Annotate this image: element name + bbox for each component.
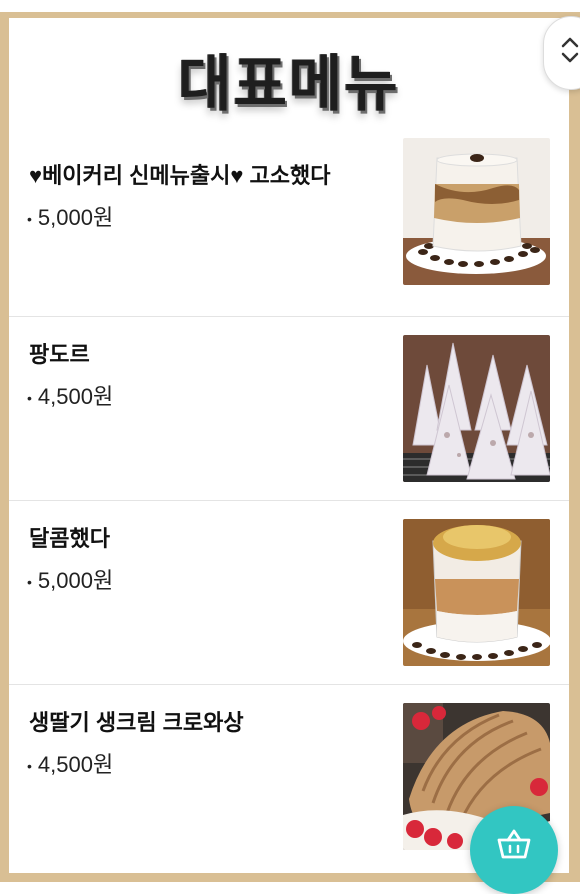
scroll-toggle-button[interactable] [543,16,580,90]
menu-item-name: ♥베이커리 신메뉴출시♥ 고소했다 [29,163,331,188]
price-value: 5,000원 [37,568,114,593]
menu-item-name: 생딸기 생크림 크로와상 [29,710,244,735]
menu-item-image[interactable] [403,519,550,666]
menu-item-price: • 4,500원 [27,379,113,411]
menu-item-price: • 5,000원 [27,200,113,232]
price-value: 4,500원 [37,752,114,777]
page-title: 대표메뉴 [178,47,400,119]
menu-item-image[interactable] [403,335,550,482]
menu-item-price: • 4,500원 [27,747,113,779]
menu-panel: 대표메뉴 ♥베이커리 신메뉴출시♥ 고소했다 • 5,000원 팡도르 • 4,… [9,18,569,873]
bullet: • [27,211,32,228]
bullet: • [27,390,32,407]
menu-item-image[interactable] [403,138,550,285]
bullet: • [27,758,32,775]
cart-button[interactable] [470,806,558,894]
up-down-chevron-icon [560,35,580,69]
shopping-basket-icon [496,828,532,864]
menu-item-name: 달콤했다 [29,526,110,551]
price-value: 5,000원 [37,205,114,230]
menu-item-name: 팡도르 [29,342,90,367]
bullet: • [27,574,32,591]
menu-item[interactable]: 팡도르 • 4,500원 [9,316,569,500]
menu-item-price: • 5,000원 [27,563,113,595]
menu-item[interactable]: 달콤했다 • 5,000원 [9,500,569,684]
header: 대표메뉴 [9,18,569,138]
price-value: 4,500원 [37,384,114,409]
menu-item[interactable]: ♥베이커리 신메뉴출시♥ 고소했다 • 5,000원 [9,138,569,316]
